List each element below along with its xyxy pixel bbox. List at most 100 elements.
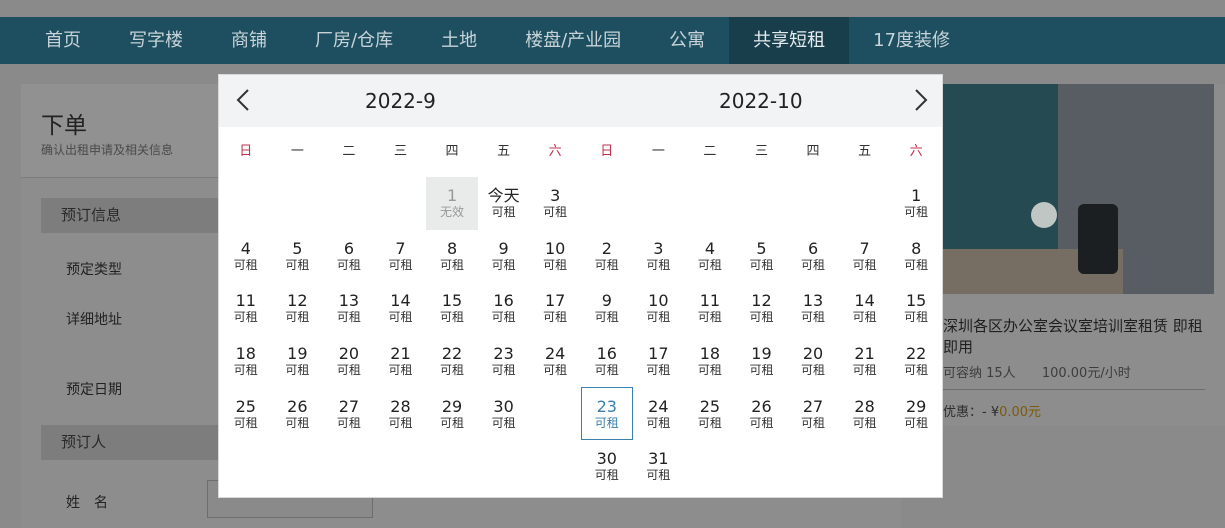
day-cell[interactable]: 11 可租 (684, 282, 736, 335)
day-cell[interactable]: 24 可租 (633, 387, 685, 440)
day-cell[interactable]: 1 可租 (890, 177, 942, 230)
day-cell[interactable]: 31 可租 (633, 440, 685, 493)
day-cell[interactable]: 5 可租 (272, 230, 324, 283)
day-cell[interactable]: 16 可租 (581, 335, 633, 388)
nav-item-office[interactable]: 写字楼 (105, 17, 207, 64)
day-status: 可租 (749, 257, 774, 272)
day-cell[interactable]: 24 可租 (529, 335, 581, 388)
day-cell[interactable]: 22 可租 (426, 335, 478, 388)
page-subtitle: 确认出租申请及相关信息 (41, 143, 174, 157)
day-cell[interactable]: 6 可租 (323, 230, 375, 283)
listing-meta: 可容纳 15人 100.00元/小时 (943, 362, 1153, 381)
day-cell[interactable]: 21 可租 (839, 335, 891, 388)
day-number: 25 (699, 396, 721, 416)
day-status: 可租 (285, 363, 310, 378)
nav-item-land[interactable]: 土地 (417, 17, 501, 64)
nav-item-shop[interactable]: 商铺 (207, 17, 291, 64)
day-cell[interactable]: 2 可租 (581, 230, 633, 283)
nav-item-apartment[interactable]: 公寓 (645, 17, 729, 64)
day-cell[interactable]: 14 可租 (839, 282, 891, 335)
day-cell[interactable]: 9 可租 (478, 230, 530, 283)
day-status: 可租 (543, 205, 568, 220)
day-status: 可租 (697, 363, 722, 378)
day-cell[interactable]: 29 可租 (426, 387, 478, 440)
day-number: 3 (550, 186, 561, 206)
day-number: 10 (544, 238, 566, 258)
day-status: 可租 (594, 415, 619, 430)
weekday-label: 日 (239, 144, 253, 159)
day-status: 可租 (594, 468, 619, 483)
day-cell[interactable]: 20 可租 (323, 335, 375, 388)
day-cell[interactable]: 4 可租 (684, 230, 736, 283)
day-cell[interactable]: 7 可租 (375, 230, 427, 283)
day-cell[interactable]: 19 可租 (736, 335, 788, 388)
day-cell[interactable]: 10 可租 (529, 230, 581, 283)
nav-item-factory[interactable]: 厂房/仓库 (291, 17, 417, 64)
chevron-right-icon[interactable] (907, 87, 933, 113)
nav-item-park[interactable]: 楼盘/产业园 (501, 17, 645, 64)
day-cell[interactable]: 23 可租 (478, 335, 530, 388)
day-cell[interactable]: 15 可租 (890, 282, 942, 335)
day-cell[interactable]: 16 可租 (478, 282, 530, 335)
day-status: 可租 (440, 310, 465, 325)
day-cell[interactable]: 12 可租 (736, 282, 788, 335)
day-cell[interactable]: 25 可租 (684, 387, 736, 440)
day-cell[interactable]: 15 可租 (426, 282, 478, 335)
day-cell[interactable]: 21 可租 (375, 335, 427, 388)
day-cell[interactable]: 13 可租 (787, 282, 839, 335)
day-cell[interactable]: 8 可租 (890, 230, 942, 283)
day-status: 可租 (697, 257, 722, 272)
day-number: 12 (287, 291, 308, 311)
day-status: 可租 (336, 257, 361, 272)
day-cell[interactable]: 11 可租 (220, 282, 272, 335)
nav-item-home[interactable]: 首页 (0, 17, 105, 64)
day-cell[interactable]: 30 可租 (581, 440, 633, 493)
weekday-label: 五 (497, 144, 511, 159)
day-number: 11 (235, 291, 256, 311)
listing-promo: 优惠：- ¥0.00元 (943, 401, 1041, 420)
day-cell[interactable]: 5 可租 (736, 230, 788, 283)
day-cell[interactable]: 26 可租 (736, 387, 788, 440)
day-status: 可租 (440, 363, 465, 378)
day-cell[interactable]: 26 可租 (272, 387, 324, 440)
day-cell[interactable]: 3 可租 (529, 177, 581, 230)
nav-item-decoration[interactable]: 17度装修 (849, 17, 974, 64)
day-status: 可租 (852, 415, 877, 430)
day-status: 可租 (336, 415, 361, 430)
chevron-left-icon[interactable] (231, 87, 257, 113)
day-cell[interactable]: 27 可租 (787, 387, 839, 440)
day-cell[interactable]: 17 可租 (633, 335, 685, 388)
day-cell[interactable]: 7 可租 (839, 230, 891, 283)
day-cell[interactable]: 8 可租 (426, 230, 478, 283)
day-cell[interactable]: 29 可租 (890, 387, 942, 440)
day-cell[interactable]: 27 可租 (323, 387, 375, 440)
day-cell[interactable]: 19 可租 (272, 335, 324, 388)
day-cell[interactable]: 23 可租 (581, 387, 633, 440)
month-grid-right: 日一二三四五六 1 可租 2 可租 3 可租 4 可租 5 可租 6 可租 7 可租 8 可租 9 可租 10 可租 1… (581, 127, 942, 497)
day-cell[interactable]: 25 可租 (220, 387, 272, 440)
day-number: 27 (338, 396, 360, 416)
day-cell[interactable]: 18 可租 (220, 335, 272, 388)
day-cell[interactable]: 17 可租 (529, 282, 581, 335)
day-cell[interactable]: 4 可租 (220, 230, 272, 283)
day-cell[interactable]: 12 可租 (272, 282, 324, 335)
day-cell[interactable]: 10 可租 (633, 282, 685, 335)
day-cell[interactable]: 28 可租 (375, 387, 427, 440)
listing-title[interactable]: 深圳各区办公室会议室培训室租赁 即租即用 (943, 316, 1213, 358)
day-cell[interactable]: 13 可租 (323, 282, 375, 335)
month-title-left: 2022-9 (365, 89, 436, 113)
day-cell[interactable]: 3 可租 (633, 230, 685, 283)
nav-item-shared-rental[interactable]: 共享短租 (729, 17, 850, 64)
day-number: 8 (911, 238, 922, 258)
day-cell[interactable]: 22 可租 (890, 335, 942, 388)
day-cell[interactable]: 28 可租 (839, 387, 891, 440)
day-cell[interactable]: 18 可租 (684, 335, 736, 388)
day-cell[interactable]: 14 可租 (375, 282, 427, 335)
day-status: 可租 (801, 257, 826, 272)
day-cell[interactable]: 20 可租 (787, 335, 839, 388)
day-cell[interactable]: 9 可租 (581, 282, 633, 335)
day-number: 1 (446, 186, 458, 206)
day-cell[interactable]: 今天 可租 (478, 177, 530, 230)
day-cell[interactable]: 30 可租 (478, 387, 530, 440)
day-cell[interactable]: 6 可租 (787, 230, 839, 283)
